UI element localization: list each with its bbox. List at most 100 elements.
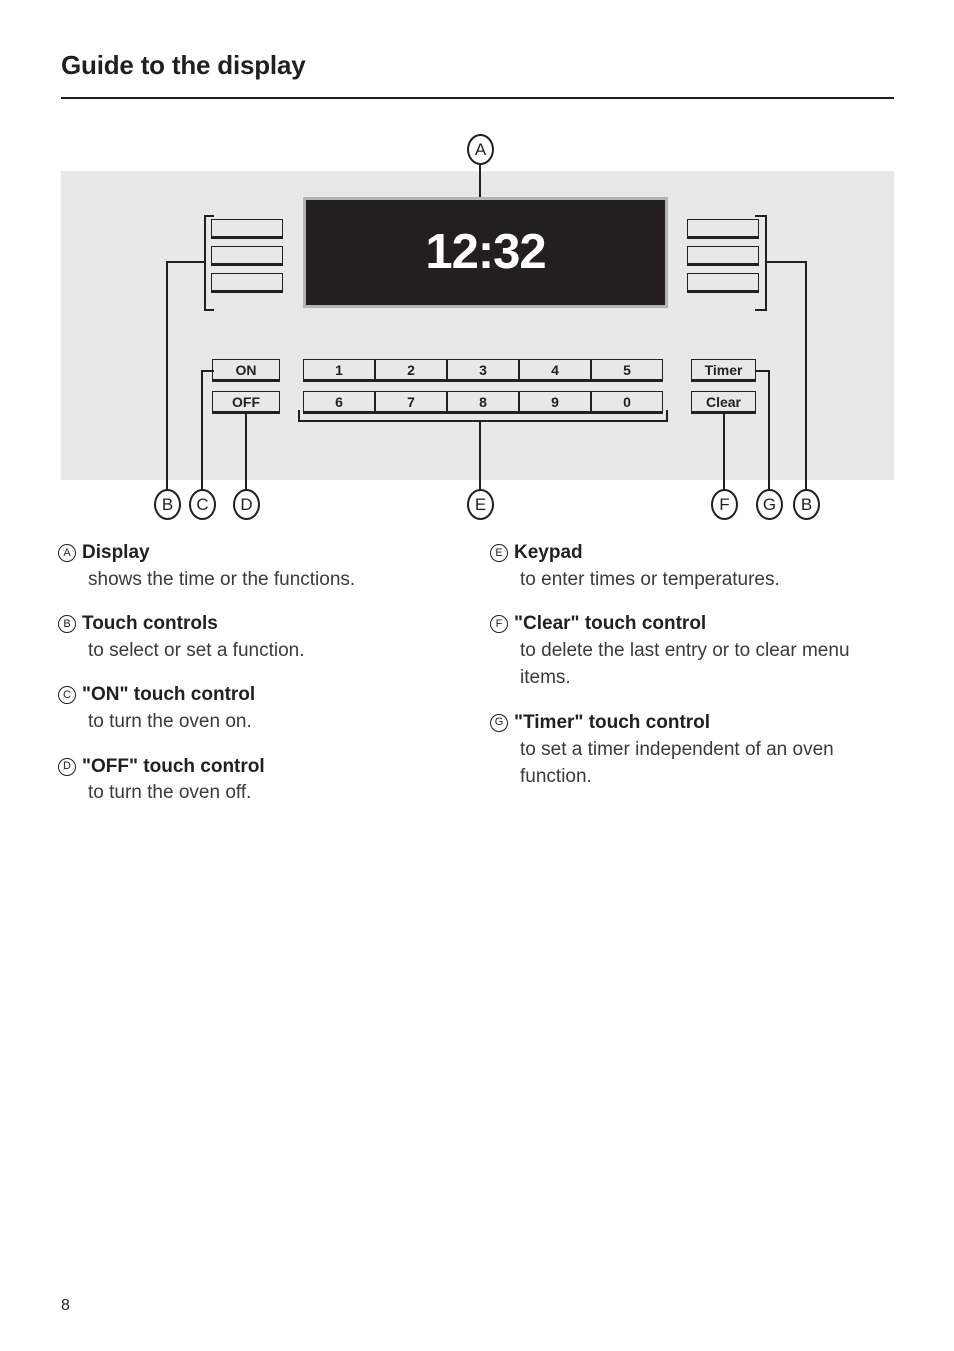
keypad-button-9-label: 9 [551,393,559,410]
keypad-button-2[interactable]: 2 [375,359,447,382]
legend-item-g: G "Timer" touch control to set a timer i… [490,710,890,791]
leader-line-b-right-vertical [805,261,807,495]
keypad-button-1-label: 1 [335,361,343,378]
legend-item-g-heading: G "Timer" touch control [490,710,890,736]
leader-line-e [479,420,481,495]
touch-control-left-2[interactable] [211,246,283,266]
display-screen: 12:32 [303,197,668,308]
legend-item-b-heading: B Touch controls [58,611,458,637]
legend-item-a: A Display shows the time or the function… [58,540,458,593]
keypad-button-4[interactable]: 4 [519,359,591,382]
callout-e: E [467,489,494,520]
callout-c: C [189,489,216,520]
off-touch-control[interactable]: OFF [212,391,280,414]
keypad-button-5-label: 5 [623,361,631,378]
clear-button-label: Clear [705,393,742,410]
timer-button-label: Timer [704,361,743,378]
keypad-button-8[interactable]: 8 [447,391,519,414]
touch-control-left-3[interactable] [211,273,283,293]
display-time-value: 12:32 [425,225,546,279]
callout-b-right-letter: B [800,495,813,514]
bracket-left-tc-bottom [204,309,214,311]
legend-body-f: to delete the last entry or to clear men… [520,639,850,689]
keypad-button-9[interactable]: 9 [519,391,591,414]
legend-title-f: "Clear" touch control [514,613,707,635]
on-button-label: ON [235,361,257,378]
leader-line-b-left-horizontal [166,261,206,263]
keypad-button-7-label: 7 [407,393,415,410]
legend-body-d: to turn the oven off. [88,782,252,804]
legend-body-c: to turn the oven on. [88,711,252,733]
legend-column-right: E Keypad to enter times or temperatures.… [490,540,890,809]
legend-body-a: shows the time or the functions. [88,568,356,590]
touch-control-right-3[interactable] [687,273,759,293]
bracket-keypad-right-tick [666,410,668,422]
keypad-button-3-label: 3 [479,361,487,378]
clear-touch-control[interactable]: Clear [691,391,756,414]
legend-item-f-heading: F "Clear" touch control [490,611,890,637]
touch-control-left-1[interactable] [211,219,283,239]
legend-item-e: E Keypad to enter times or temperatures. [490,540,890,593]
legend-title-g: "Timer" touch control [514,711,711,733]
legend-body-g: to set a timer independent of an oven fu… [520,738,834,788]
legend-title-e: Keypad [514,542,583,563]
bracket-keypad-horizontal [298,420,668,422]
legend-item-c-heading: C "ON" touch control [58,682,458,708]
off-button-label: OFF [232,393,260,410]
keypad-button-2-label: 2 [407,361,415,378]
legend-item-d: D "OFF" touch control to turn the oven o… [58,754,458,807]
legend-title-b: Touch controls [82,613,218,635]
callout-a-letter: A [474,140,487,159]
legend-title-a: Display [82,542,150,563]
legend-marker-g: G [490,713,508,732]
keypad-button-4-label: 4 [551,361,559,378]
leader-line-b-right-horizontal [765,261,807,263]
keypad-button-7[interactable]: 7 [375,391,447,414]
leader-line-b-left-vertical [166,261,168,495]
callout-b-right: B [793,489,820,520]
title-divider [61,97,894,99]
leader-line-d [245,414,247,495]
keypad-button-5[interactable]: 5 [591,359,663,382]
callout-c-letter: C [196,495,209,514]
keypad-button-0-label: 0 [623,393,631,410]
callout-g-letter: G [762,495,777,514]
legend-title-c: "ON" touch control [82,684,256,706]
legend-marker-c: C [58,686,76,705]
legend-item-f: F "Clear" touch control to delete the la… [490,611,890,692]
touch-control-right-1[interactable] [687,219,759,239]
legend-item-a-heading: A Display [58,540,458,566]
keypad-button-3[interactable]: 3 [447,359,519,382]
callout-f-letter: F [719,495,730,514]
legend-column-left: A Display shows the time or the function… [58,540,458,825]
keypad-button-1[interactable]: 1 [303,359,375,382]
legend-marker-f: F [490,615,508,634]
keypad-button-0[interactable]: 0 [591,391,663,414]
bracket-right-tc-bottom [755,309,767,311]
callout-b-left-letter: B [161,495,174,514]
legend-marker-e: E [490,544,508,562]
keypad-button-6[interactable]: 6 [303,391,375,414]
callout-d: D [233,489,260,520]
leader-line-c-vertical [201,370,203,495]
legend-item-e-heading: E Keypad [490,540,890,566]
callout-a: A [467,134,494,165]
keypad-button-8-label: 8 [479,393,487,410]
legend-body-e: to enter times or temperatures. [520,568,780,590]
bracket-keypad-left-tick [298,410,300,422]
touch-control-right-2[interactable] [687,246,759,266]
legend-item-b: B Touch controls to select or set a func… [58,611,458,664]
bracket-right-tc-vertical [765,215,767,311]
callout-d-letter: D [240,495,253,514]
on-touch-control[interactable]: ON [212,359,280,382]
timer-touch-control[interactable]: Timer [691,359,756,382]
callout-e-letter: E [474,495,487,514]
touch-controls-left-group[interactable] [211,219,283,293]
control-panel-diagram: A 12:32 B ON OFF C D 1 2 3 4 5 6 7 8 9 0… [0,130,954,530]
legend-body-b: to select or set a function. [88,639,305,661]
leader-line-f [723,414,725,495]
bracket-left-tc-vertical [204,215,206,311]
callout-b-left: B [154,489,181,520]
touch-controls-right-group[interactable] [687,219,759,293]
legend-marker-b: B [58,615,76,634]
